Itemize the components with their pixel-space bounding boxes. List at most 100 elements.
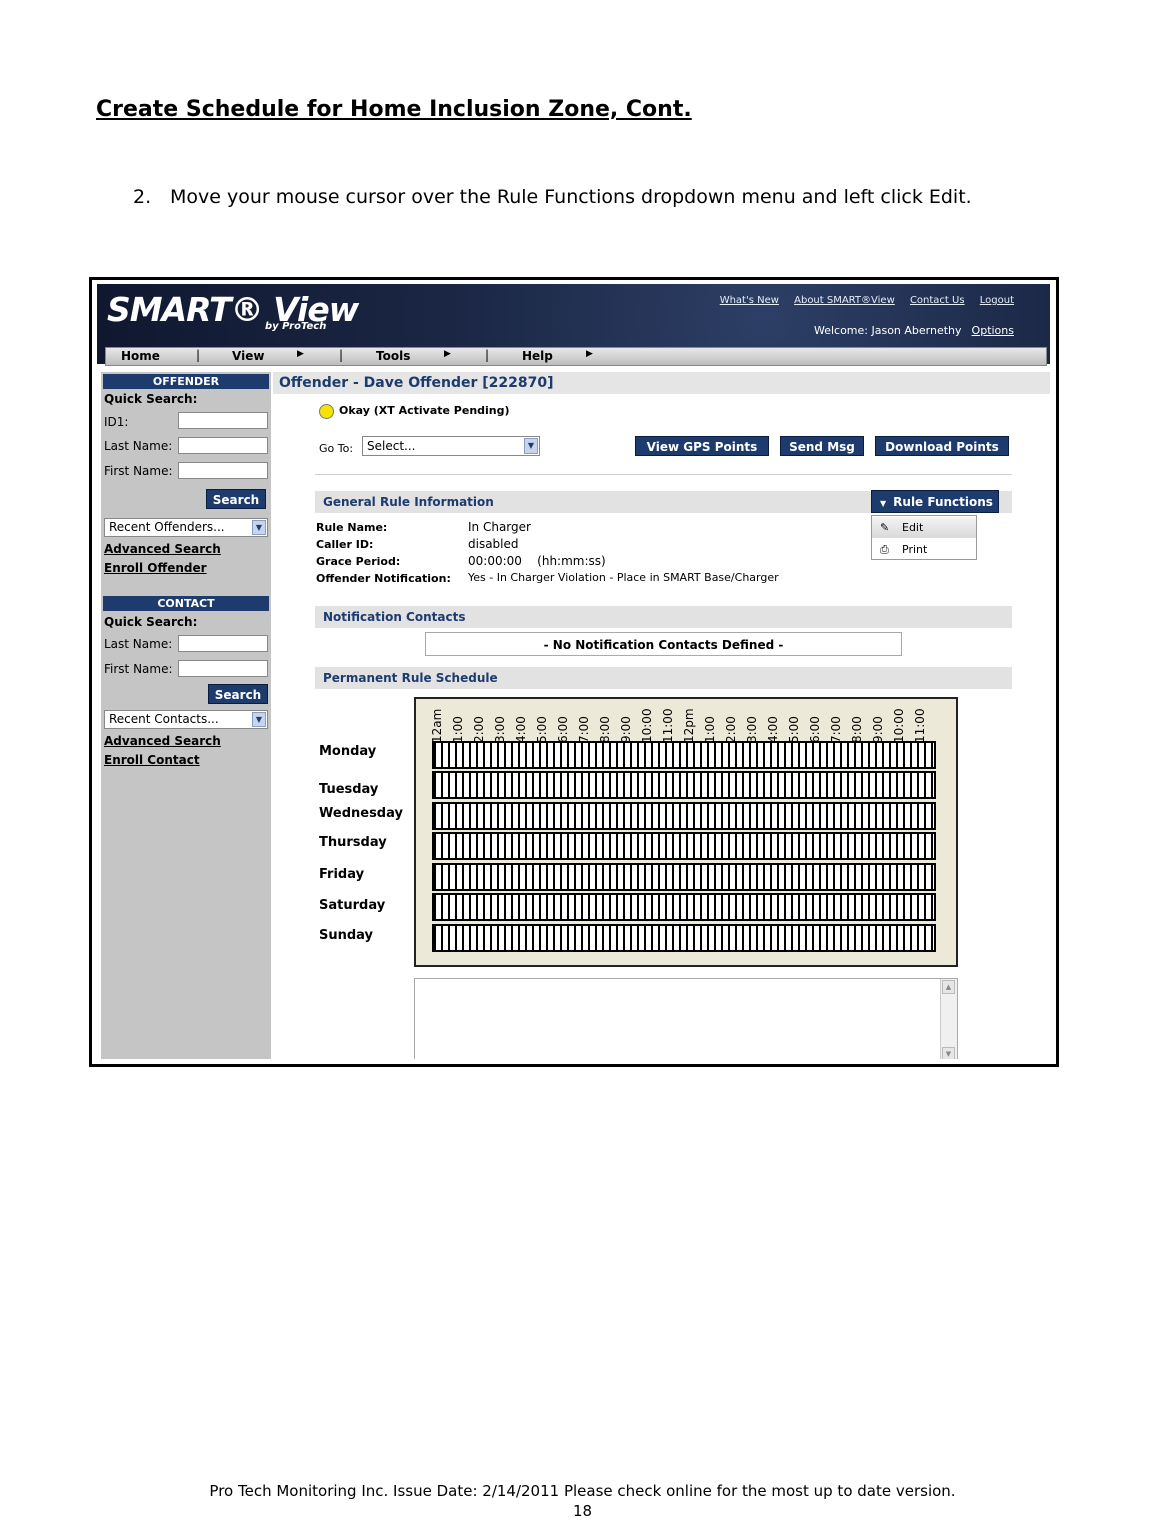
step-text: Move your mouse cursor over the Rule Fun… [170,186,972,208]
menu-home[interactable]: Home [121,349,160,363]
printer-icon: ⎙ [880,543,889,556]
rule-menu-print[interactable]: ⎙ Print [872,539,976,560]
welcome-area: Welcome: Jason Abernethy Options [814,324,1014,337]
chevron-down-icon[interactable]: ▼ [252,712,266,727]
caret-down-icon: ▼ [880,499,887,508]
recent-contacts-select[interactable]: Recent Contacts... ▼ [104,710,268,729]
goto-value: Select... [367,439,416,453]
day-label-wednesday: Wednesday [319,806,403,821]
menu-view[interactable]: View [232,349,264,363]
hour-label: 3:00 [491,703,511,743]
hour-label: 1:00 [701,703,721,743]
offender-last-name-input[interactable] [178,437,268,454]
hour-label: 12am [428,703,448,743]
options-link[interactable]: Options [972,324,1014,337]
menu-tools[interactable]: Tools [376,349,410,363]
hour-label-text: 3:00 [745,716,759,743]
offender-first-name-label: First Name: [104,464,173,478]
contact-advanced-search-link[interactable]: Advanced Search [104,734,221,748]
notes-textarea[interactable]: ▲ ▼ [414,978,958,1059]
hour-label-text: 2:00 [724,716,738,743]
notification-contacts-header: Notification Contacts [315,606,1012,628]
schedule-row-tuesday[interactable] [432,771,936,799]
contact-first-name-input[interactable] [178,660,268,677]
scrollbar[interactable]: ▲ ▼ [940,979,957,1059]
caller-id-label: Caller ID: [316,538,374,551]
offender-section-header: OFFENDER [103,374,269,389]
hour-label-text: 12pm [682,708,696,743]
menu-arrow-icon: ▶ [297,349,304,359]
day-label-tuesday: Tuesday [319,782,379,797]
grace-period-label: Grace Period: [316,555,401,568]
schedule-row-friday[interactable] [432,863,936,891]
print-label: Print [902,543,928,556]
contact-section-header: CONTACT [103,596,269,611]
hour-label: 10:00 [638,703,658,743]
hour-label: 5:00 [533,703,553,743]
hour-label-text: 7:00 [577,716,591,743]
goto-label: Go To: [319,442,354,455]
offender-first-name-input[interactable] [178,462,268,479]
enroll-offender-link[interactable]: Enroll Offender [104,561,207,575]
logout-link[interactable]: Logout [980,295,1014,306]
hour-label: 11:00 [659,703,679,743]
offender-last-name-label: Last Name: [104,439,173,453]
chevron-down-icon[interactable]: ▼ [252,520,266,535]
chevron-down-icon[interactable]: ▼ [524,438,538,454]
rule-functions-label: Rule Functions [893,495,993,509]
schedule-row-saturday[interactable] [432,893,936,921]
offender-search-button[interactable]: Search [206,489,266,509]
app-header: SMART® View by ProTech What's New About … [97,284,1050,366]
hour-label: 2:00 [722,703,742,743]
day-label-friday: Friday [319,867,365,882]
scroll-up-icon[interactable]: ▲ [942,980,955,994]
contact-search-button[interactable]: Search [208,684,268,704]
hour-label: 4:00 [764,703,784,743]
view-gps-points-button[interactable]: View GPS Points [635,436,769,456]
send-msg-button[interactable]: Send Msg [780,436,864,456]
hour-label-text: 1:00 [703,716,717,743]
day-label-monday: Monday [319,744,377,759]
schedule-row-thursday[interactable] [432,832,936,860]
hour-label-text: 8:00 [850,716,864,743]
rule-functions-button[interactable]: ▼ Rule Functions [871,490,999,513]
status-text: Okay (XT Activate Pending) [339,404,510,417]
contact-us-link[interactable]: Contact Us [910,295,965,306]
hour-label: 3:00 [743,703,763,743]
welcome-text: Welcome: Jason Abernethy [813,324,962,337]
footer-text: Pro Tech Monitoring Inc. Issue Date: 2/1… [209,1482,956,1500]
rule-menu-edit[interactable]: ✎ Edit [872,517,976,538]
schedule-row-monday[interactable] [432,741,936,769]
hour-label-text: 8:00 [598,716,612,743]
menu-bar: Home | View ▶ | Tools ▶ | Help ▶ [105,347,1047,366]
contact-last-name-input[interactable] [178,635,268,652]
app-window: SMART® View by ProTech What's New About … [97,284,1050,1059]
hour-label-text: 11:00 [661,708,675,743]
rule-functions-menu: ✎ Edit ⎙ Print [871,515,977,560]
hour-label-text: 11:00 [913,708,927,743]
download-points-button[interactable]: Download Points [875,436,1009,456]
offender-advanced-search-link[interactable]: Advanced Search [104,542,221,556]
schedule-row-sunday[interactable] [432,924,936,952]
goto-select[interactable]: Select... ▼ [362,436,540,456]
page-number: 18 [572,1502,593,1520]
menu-help[interactable]: Help [522,349,553,363]
instruction-step: 2. Move your mouse cursor over the Rule F… [133,186,972,208]
whats-new-link[interactable]: What's New [720,295,779,306]
offender-quick-search-label: Quick Search: [104,392,198,406]
enroll-contact-link[interactable]: Enroll Contact [104,753,200,767]
recent-offenders-select[interactable]: Recent Offenders... ▼ [104,518,268,537]
id1-input[interactable] [178,412,268,429]
hour-label: 12pm [680,703,700,743]
menu-separator: | [339,348,344,362]
hour-label: 11:00 [911,703,931,743]
no-contacts-message: - No Notification Contacts Defined - [425,632,902,656]
recent-offenders-value: Recent Offenders... [109,520,225,534]
schedule-row-wednesday[interactable] [432,802,936,830]
hour-label-text: 9:00 [871,716,885,743]
hour-label: 6:00 [806,703,826,743]
caller-id-value: disabled [468,537,519,551]
hour-label-text: 9:00 [619,716,633,743]
about-link[interactable]: About SMART®View [794,295,895,306]
scroll-down-icon[interactable]: ▼ [942,1047,955,1059]
